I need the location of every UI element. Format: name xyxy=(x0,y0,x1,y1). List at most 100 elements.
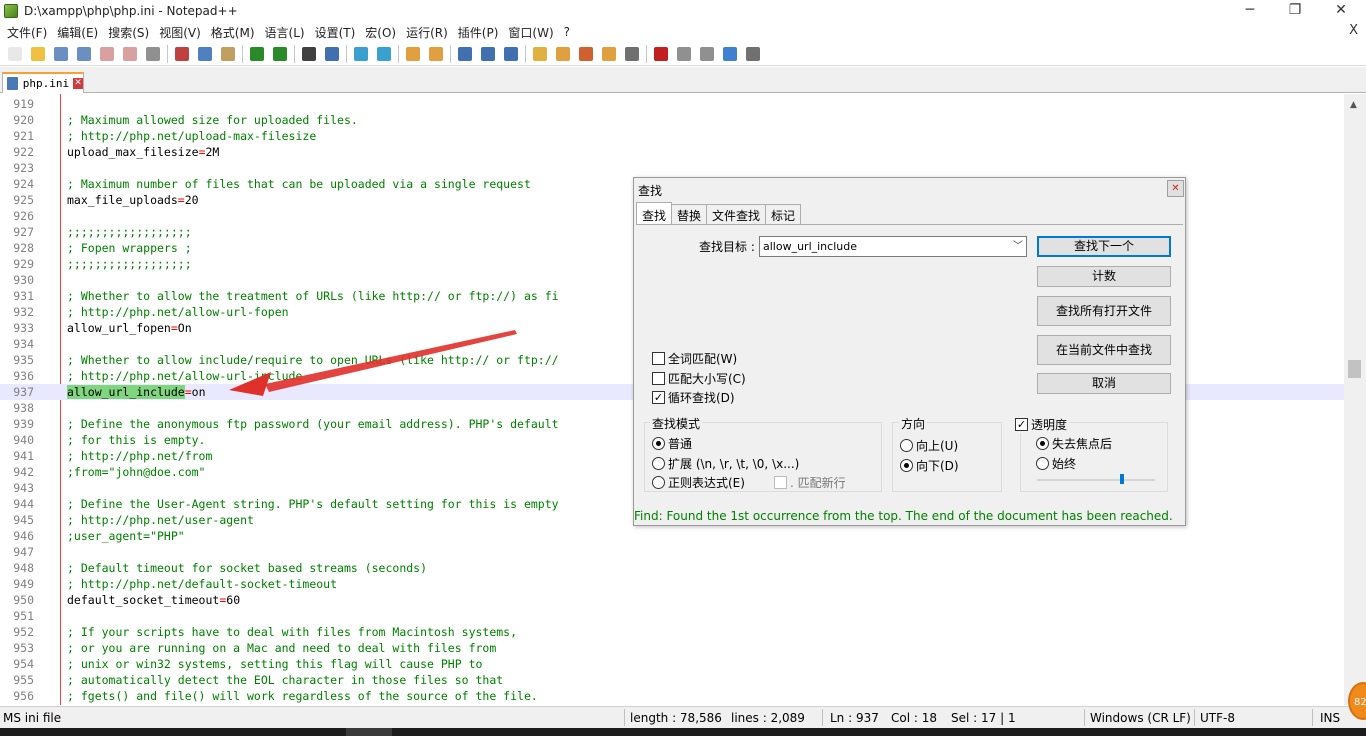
save-all-icon[interactable] xyxy=(74,44,93,63)
toolbar-separator xyxy=(398,44,399,63)
scroll-up-icon[interactable]: ▲ xyxy=(1350,100,1357,110)
menu-format[interactable]: 格式(M) xyxy=(206,24,260,41)
save-macro-icon[interactable] xyxy=(743,44,762,63)
minimize-button[interactable]: ─ xyxy=(1227,0,1273,22)
zoom-in-icon[interactable] xyxy=(351,44,370,63)
code-line[interactable]: 947 xyxy=(0,544,1344,560)
menu-macro[interactable]: 宏(O) xyxy=(360,24,401,41)
maximize-button[interactable]: ❐ xyxy=(1272,0,1318,22)
menu-language[interactable]: 语言(L) xyxy=(260,24,310,41)
menu-plugins[interactable]: 插件(P) xyxy=(453,24,504,41)
dot-newline-checkbox[interactable]: . 匹配新行 xyxy=(774,474,846,491)
menu-window[interactable]: 窗口(W) xyxy=(503,24,558,41)
close-window-button[interactable]: ✕ xyxy=(1318,0,1364,22)
code-line[interactable]: 956 ; fgets() and file() will work regard… xyxy=(0,688,1344,704)
find-next-button[interactable]: 查找下一个 xyxy=(1037,236,1171,257)
tab-close-icon[interactable]: ✕ xyxy=(73,78,83,89)
close-all-icon[interactable] xyxy=(120,44,139,63)
menu-file[interactable]: 文件(F) xyxy=(2,24,52,41)
chevron-down-icon[interactable]: ﹀ xyxy=(1013,237,1023,256)
redo-icon[interactable] xyxy=(270,44,289,63)
lang-icon[interactable] xyxy=(530,44,549,63)
play-macro-icon[interactable] xyxy=(697,44,716,63)
code-line[interactable]: 920 ; Maximum allowed size for uploaded f… xyxy=(0,112,1344,128)
folder-workspace-icon[interactable] xyxy=(599,44,618,63)
tab-replace[interactable]: 替换 xyxy=(671,204,708,224)
direction-down-radio[interactable]: 向下(D) xyxy=(900,457,959,474)
on-lose-focus-radio[interactable]: 失去焦点后 xyxy=(1036,435,1112,452)
run-macro-multiple-icon[interactable] xyxy=(720,44,739,63)
sync-h-icon[interactable] xyxy=(426,44,445,63)
code-line[interactable]: 953 ; or you are running on a Mac and nee… xyxy=(0,640,1344,656)
find-icon[interactable] xyxy=(299,44,318,63)
code-line[interactable]: 955 ; automatically detect the EOL charac… xyxy=(0,672,1344,688)
taskbar-active-item[interactable] xyxy=(346,728,392,736)
line-text: ; Maximum number of files that can be up… xyxy=(67,176,531,192)
transparency-slider-track[interactable] xyxy=(1037,479,1155,481)
code-line[interactable]: 951 xyxy=(0,608,1344,624)
status-encoding[interactable]: UTF-8 xyxy=(1200,711,1235,725)
close-document-button[interactable]: X xyxy=(1349,23,1358,38)
menu-search[interactable]: 搜索(S) xyxy=(103,24,154,41)
function-list-icon[interactable] xyxy=(576,44,595,63)
print-icon[interactable] xyxy=(143,44,162,63)
show-all-chars-icon[interactable] xyxy=(478,44,497,63)
sync-v-icon[interactable] xyxy=(403,44,422,63)
status-eol[interactable]: Windows (CR LF) xyxy=(1090,711,1191,725)
wrap-around-checkbox[interactable]: ✓ 循环查找(D) xyxy=(652,389,735,406)
mode-normal-radio[interactable]: 普通 xyxy=(652,435,692,452)
find-all-open-docs-button[interactable]: 查找所有打开文件 xyxy=(1037,296,1171,326)
always-radio[interactable]: 始终 xyxy=(1036,455,1076,472)
undo-icon[interactable] xyxy=(247,44,266,63)
open-file-icon[interactable] xyxy=(28,44,47,63)
stop-macro-icon[interactable] xyxy=(674,44,693,63)
new-file-icon[interactable] xyxy=(5,44,24,63)
code-line[interactable]: 922 upload_max_filesize=2M xyxy=(0,144,1344,160)
tab-find[interactable]: 查找 xyxy=(636,202,673,224)
tab-mark[interactable]: 标记 xyxy=(765,204,802,224)
menu-help[interactable]: ? xyxy=(559,25,575,39)
code-line[interactable]: 946 ;user_agent="PHP" xyxy=(0,528,1344,544)
indent-guide-icon[interactable] xyxy=(501,44,520,63)
menu-settings[interactable]: 设置(T) xyxy=(310,24,361,41)
replace-icon[interactable] xyxy=(322,44,341,63)
mode-regex-radio[interactable]: 正则表达式(E) xyxy=(652,474,745,491)
paste-icon[interactable] xyxy=(218,44,237,63)
code-line[interactable]: 949 ; http://php.net/default-socket-timeo… xyxy=(0,576,1344,592)
code-line[interactable]: 950 default_socket_timeout=60 xyxy=(0,592,1344,608)
cancel-button[interactable]: 取消 xyxy=(1037,373,1171,394)
direction-up-radio[interactable]: 向上(U) xyxy=(900,437,958,454)
zoom-out-icon[interactable] xyxy=(374,44,393,63)
transparency-slider-thumb[interactable] xyxy=(1120,474,1124,484)
dialog-close-button[interactable]: ✕ xyxy=(1167,180,1184,197)
code-line[interactable]: 954 ; unix or win32 systems, setting this… xyxy=(0,656,1344,672)
close-icon[interactable] xyxy=(97,44,116,63)
save-icon[interactable] xyxy=(51,44,70,63)
monitor-icon[interactable] xyxy=(622,44,641,63)
match-case-checkbox[interactable]: 匹配大小写(C) xyxy=(652,370,746,387)
ini-key: max_file_uploads xyxy=(67,193,178,207)
scrollbar-thumb[interactable] xyxy=(1348,360,1361,378)
vertical-scrollbar[interactable]: ▲ xyxy=(1344,94,1366,705)
record-macro-icon[interactable] xyxy=(651,44,670,63)
menu-edit[interactable]: 编辑(E) xyxy=(52,24,103,41)
count-button[interactable]: 计数 xyxy=(1037,266,1171,287)
code-line[interactable]: 948 ; Default timeout for socket based st… xyxy=(0,560,1344,576)
code-line[interactable]: 923 xyxy=(0,160,1344,176)
word-wrap-icon[interactable] xyxy=(455,44,474,63)
code-line[interactable]: 919 xyxy=(0,96,1344,112)
code-line[interactable]: 921 ; http://php.net/upload-max-filesize xyxy=(0,128,1344,144)
find-what-combobox[interactable]: allow_url_include ﹀ xyxy=(759,236,1027,257)
doc-map-icon[interactable] xyxy=(553,44,572,63)
copy-icon[interactable] xyxy=(195,44,214,63)
menu-run[interactable]: 运行(R) xyxy=(401,24,453,41)
code-line[interactable]: 952 ; If your scripts have to deal with f… xyxy=(0,624,1344,640)
tab-php-ini[interactable]: php.ini ✕ xyxy=(2,72,84,93)
mode-extended-radio[interactable]: 扩展 (\n, \r, \t, \0, \x...) xyxy=(652,455,799,472)
cut-icon[interactable] xyxy=(172,44,191,63)
find-all-current-doc-button[interactable]: 在当前文件中查找 xyxy=(1037,335,1171,365)
tab-find-in-files[interactable]: 文件查找 xyxy=(706,204,767,224)
menu-view[interactable]: 视图(V) xyxy=(154,24,206,41)
whole-word-checkbox[interactable]: 全词匹配(W) xyxy=(652,350,737,367)
transparency-checkbox[interactable]: ✓ 透明度 xyxy=(1015,416,1070,433)
